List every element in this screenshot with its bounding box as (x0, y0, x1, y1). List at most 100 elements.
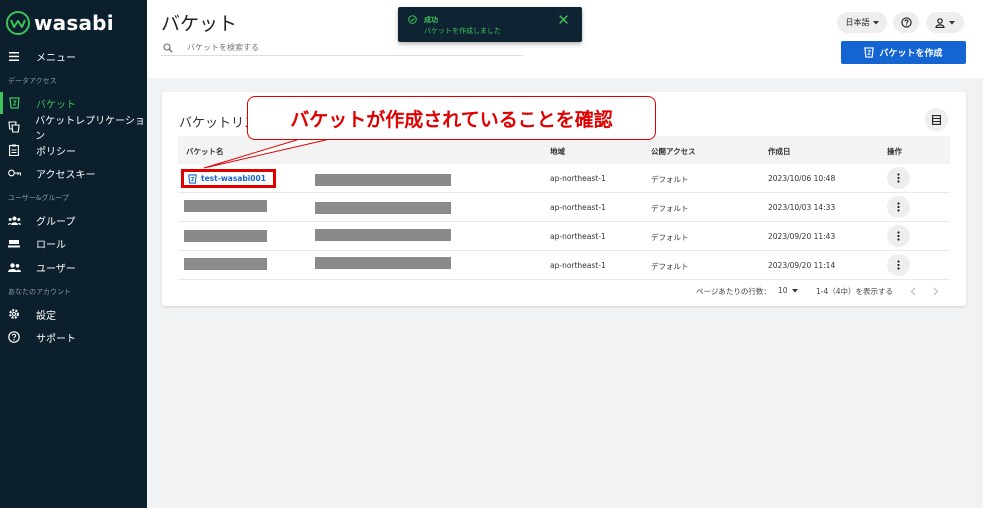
column-settings-button[interactable] (925, 108, 948, 131)
sidebar-item-label: アクセスキー (36, 169, 96, 181)
callout-text: バケットが作成されていることを確認 (290, 108, 613, 131)
cell-region: ap-northeast-1 (550, 261, 606, 270)
table-row[interactable]: ap-northeast-1 デフォルト 2023/10/03 14:33 (178, 193, 950, 222)
replication-icon (7, 120, 20, 134)
bucket-icon (7, 96, 21, 110)
rows-per-page-select[interactable]: 10 (778, 286, 798, 295)
sidebar-item-groups[interactable]: グループ (0, 209, 147, 231)
section-users-groups: ユーザー&グループ (8, 194, 69, 202)
toast-message: バケットを作成しました (424, 27, 501, 35)
pagination-range: 1-4（4中）を表示する (816, 287, 894, 296)
cell-created: 2023/09/20 11:43 (768, 232, 836, 241)
success-toast: 成功 バケットを作成しました (398, 7, 582, 42)
table-row[interactable]: test-wasabi001 ap-northeast-1 デフォルト 2023… (178, 164, 950, 193)
toast-title: 成功 (424, 16, 438, 24)
page-title: バケット (161, 13, 238, 35)
cell-region: ap-northeast-1 (550, 174, 606, 183)
language-label: 日本語 (845, 18, 870, 27)
bucket-name: test-wasabi001 (201, 174, 266, 183)
sidebar-item-label: グループ (36, 216, 76, 228)
create-bucket-button[interactable]: バケットを作成 (841, 41, 966, 64)
column-header-actions: 操作 (887, 147, 902, 156)
row-actions-button[interactable] (887, 167, 910, 189)
redacted-block (315, 257, 451, 269)
table-header: バケット名 地域 公開アクセス 作成日 操作 (178, 136, 950, 164)
row-actions-button[interactable] (887, 225, 910, 247)
bucket-icon (188, 173, 197, 184)
users-icon (7, 260, 21, 274)
section-data-access: データアクセス (8, 77, 57, 85)
help-icon (900, 17, 912, 28)
cell-region: ap-northeast-1 (550, 203, 606, 212)
wasabi-logo-icon (6, 11, 30, 35)
redacted-block (315, 202, 451, 214)
sidebar-menu-label: メニュー (36, 52, 76, 64)
gear-icon (7, 307, 21, 321)
group-icon (7, 213, 21, 227)
sidebar-item-users[interactable]: ユーザー (0, 256, 147, 278)
column-header-created[interactable]: 作成日 (768, 146, 791, 157)
instruction-callout: バケットが作成されていることを確認 (247, 96, 656, 140)
sidebar-item-label: ユーザー (36, 263, 76, 275)
sidebar-menu-toggle[interactable]: メニュー (0, 45, 147, 67)
user-menu-button[interactable] (926, 12, 964, 33)
role-icon (7, 236, 21, 250)
redacted-block (184, 200, 267, 212)
sidebar: wasabi メニュー データアクセス バケット バケットレプリケーション ポリ… (0, 0, 147, 508)
bucket-name-link[interactable]: test-wasabi001 (181, 169, 276, 188)
pagination: ページあたりの行数： 10 1-4（4中）を表示する (162, 284, 966, 298)
help-icon (7, 330, 21, 344)
hamburger-icon (7, 49, 21, 63)
sidebar-item-label: 設定 (36, 310, 56, 322)
sidebar-item-label: バケット (36, 99, 76, 111)
column-header-region[interactable]: 地域 (550, 146, 565, 157)
cell-public-access: デフォルト (651, 175, 689, 184)
close-icon[interactable] (558, 14, 569, 25)
cell-public-access: デフォルト (651, 262, 689, 271)
wasabi-logo[interactable]: wasabi (6, 8, 114, 38)
sidebar-item-bucket-replication[interactable]: バケットレプリケーション (0, 116, 147, 142)
sidebar-item-buckets[interactable]: バケット (0, 92, 147, 114)
table-row[interactable]: ap-northeast-1 デフォルト 2023/09/20 11:43 (178, 222, 950, 251)
more-vert-icon (897, 173, 900, 183)
section-your-account: あなたのアカウント (8, 288, 71, 296)
chevron-down-icon (791, 288, 798, 292)
sidebar-item-policies[interactable]: ポリシー (0, 139, 147, 161)
check-circle-icon (408, 15, 417, 24)
chevron-left-icon[interactable] (910, 287, 916, 296)
redacted-block (315, 174, 451, 186)
redacted-block (184, 230, 267, 242)
brand-name: wasabi (34, 11, 114, 35)
redacted-block (184, 258, 267, 270)
chevron-right-icon[interactable] (933, 287, 939, 296)
rows-per-page-label: ページあたりの行数： (696, 287, 771, 296)
language-selector[interactable]: 日本語 (837, 12, 887, 33)
sidebar-item-support[interactable]: サポート (0, 326, 147, 348)
columns-icon (932, 114, 941, 125)
cell-created: 2023/10/03 14:33 (768, 203, 836, 212)
sidebar-item-settings[interactable]: 設定 (0, 303, 147, 325)
bucket-icon (864, 47, 875, 58)
sidebar-item-label: バケットレプリケーション (35, 116, 145, 142)
chevron-down-icon (949, 20, 955, 24)
search-bar[interactable] (161, 40, 523, 56)
help-button[interactable] (893, 12, 919, 33)
policy-icon (7, 143, 21, 157)
redacted-block (315, 229, 451, 241)
cell-public-access: デフォルト (651, 233, 689, 242)
table-row[interactable]: ap-northeast-1 デフォルト 2023/09/20 11:14 (178, 251, 950, 280)
cell-created: 2023/10/06 10:48 (768, 174, 836, 183)
more-vert-icon (897, 202, 900, 212)
sidebar-item-access-keys[interactable]: アクセスキー (0, 162, 147, 184)
more-vert-icon (897, 231, 900, 241)
cell-region: ap-northeast-1 (550, 232, 606, 241)
sidebar-item-roles[interactable]: ロール (0, 232, 147, 254)
sidebar-item-label: ロール (36, 239, 66, 251)
row-actions-button[interactable] (887, 196, 910, 218)
chevron-down-icon (872, 20, 879, 24)
search-input[interactable] (187, 43, 487, 52)
column-header-name[interactable]: バケット名 (186, 146, 224, 157)
row-actions-button[interactable] (887, 254, 910, 276)
column-header-public-access[interactable]: 公開アクセス (651, 146, 696, 157)
sidebar-item-label: ポリシー (36, 146, 76, 158)
